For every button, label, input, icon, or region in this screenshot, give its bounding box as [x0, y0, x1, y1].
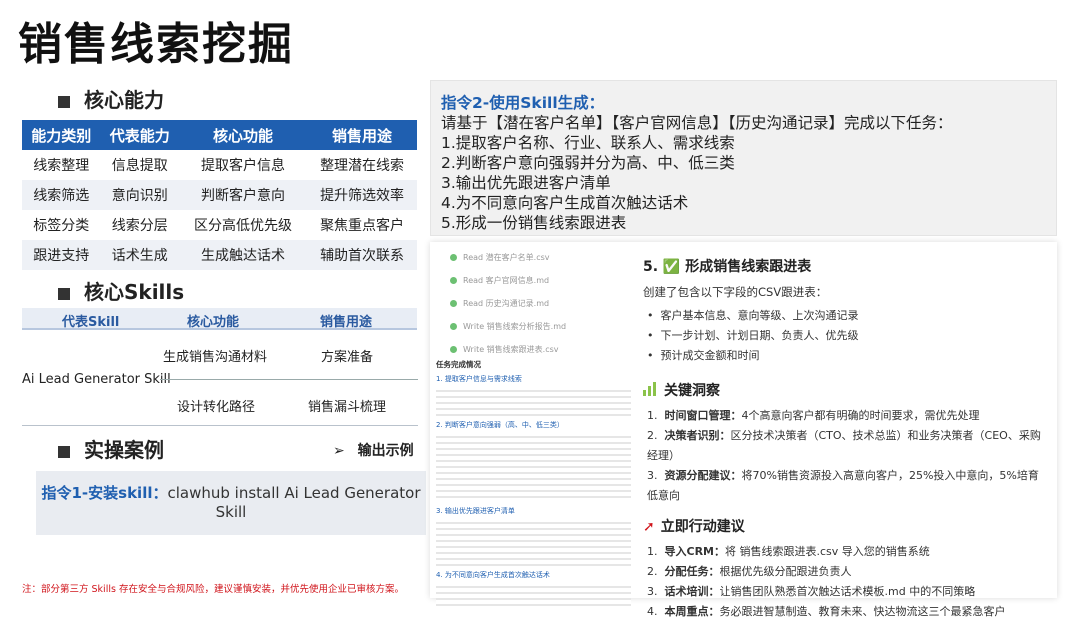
table-cell: 线索整理	[33, 158, 90, 174]
table-cell: 判断客户意向	[178, 180, 308, 210]
table-cell: 跟进支持	[22, 240, 101, 270]
table-row: 跟进支持 话术生成 生成触达话术 辅助首次联系	[22, 240, 417, 270]
task-summary-line: 3. 输出优先跟进客户清单	[436, 507, 515, 515]
section-divider	[22, 425, 418, 426]
task-summary-line: 2. 判断客户意向强弱（高、中、低三类）	[436, 421, 564, 429]
list-item: • 下一步计划、计划日期、负责人、优先级	[647, 329, 859, 342]
list-item: 2. 分配任务：根据优先级分配跟进负责人	[647, 565, 852, 578]
output-example-label: 输出示例	[357, 443, 414, 459]
table-cell: 生成触达话术	[178, 240, 308, 270]
page-title: 销售线索挖掘	[18, 19, 294, 70]
status-dot-icon	[450, 300, 457, 307]
action-log: Read 潜在客户名单.csv Read 客户官网信息.md Read 历史沟通…	[450, 252, 640, 367]
skill-func-2: 设计转化路径	[177, 400, 256, 415]
skill-name: Ai Lead Generator Skill	[22, 372, 171, 387]
skills-table-header: 代表Skill 核心功能 销售用途	[22, 308, 417, 330]
table-row: 线索整理 信息提取 提取客户信息 整理潜在线索	[22, 150, 417, 180]
skills-col-header: 代表Skill	[62, 315, 120, 330]
action-item: Read 历史沟通记录.md	[450, 298, 640, 321]
command-2-label: 指令2-使用Skill生成：	[441, 94, 605, 112]
table-cell: 信息提取	[111, 158, 168, 174]
list-item: 3. 话术培训：让销售团队熟悉首次触达话术模板.md 中的不同策略	[647, 585, 976, 598]
section-5-desc: 创建了包含以下字段的CSV跟进表：	[643, 285, 828, 299]
table-cell: 提升筛选效率	[307, 180, 417, 210]
status-dot-icon	[450, 346, 457, 353]
command-1-box: 指令1-安装skill：clawhub install Ai Lead Gene…	[36, 471, 426, 535]
table-header: 销售用途	[307, 120, 417, 150]
action-item: Write 销售线索分析报告.md	[450, 321, 640, 344]
skill-divider	[160, 379, 418, 380]
table-cell: 意向识别	[100, 180, 179, 210]
table-cell: 线索筛选	[22, 180, 101, 210]
insight-title: 关键洞察	[643, 380, 1048, 400]
table-cell: 整理潜在线索	[320, 158, 405, 174]
core-ability-table: 能力类别 代表能力 核心功能 销售用途 线索整理 信息提取 提取客户信息 整理潜…	[22, 120, 417, 270]
command-2-task: 3.输出优先跟进客户清单	[441, 174, 611, 192]
list-item: • 预计成交金额和时间	[647, 349, 760, 362]
command-2-task: 2.判断客户意向强弱并分为高、中、低三类	[441, 154, 735, 172]
square-bullet-icon	[58, 445, 70, 458]
arrow-icon: ➢	[333, 443, 345, 459]
command-2-task: 1.提取客户名称、行业、联系人、需求线索	[441, 134, 735, 152]
task-summary: 任务完成情况 1. 提取客户信息与需求线索 2. 判断客户意向强弱（高、中、低三…	[436, 360, 631, 608]
list-item: 2. 决策者识别：区分技术决策者（CTO、技术总监）和业务决策者（CEO、采购经…	[647, 429, 1041, 462]
task-summary-heading: 任务完成情况	[436, 360, 481, 369]
core-ability-heading: 核心能力	[58, 84, 164, 113]
command-2-task: 5.形成一份销售线索跟进表	[441, 214, 627, 232]
table-cell: 标签分类	[33, 218, 90, 234]
action-title: ➚ 立即行动建议	[643, 519, 745, 535]
command-1-label: 指令1-安装skill：	[41, 484, 168, 502]
practice-heading-text: 实操案例	[84, 438, 164, 462]
table-header: 代表能力	[100, 120, 179, 150]
table-cell: 线索分层	[111, 218, 168, 234]
core-ability-heading-text: 核心能力	[84, 88, 164, 112]
command-2-intro: 请基于【潜在客户名单】【客户官网信息】【历史沟通记录】完成以下任务：	[441, 114, 953, 132]
table-row: 线索筛选 意向识别 判断客户意向 提升筛选效率	[22, 180, 417, 210]
square-bullet-icon	[58, 95, 70, 108]
blurred-text-block	[436, 582, 631, 608]
command-1-text: clawhub install Ai Lead Generator Skill	[167, 484, 421, 521]
action-item: Read 客户官网信息.md	[450, 275, 640, 298]
status-dot-icon	[450, 277, 457, 284]
section-5-title: 5. ✅ 形成销售线索跟进表	[643, 259, 812, 275]
list-item: 4. 本周重点：务必跟进智慧制造、教育未来、快达物流这三个最紧急客户	[647, 605, 1006, 618]
output-screenshot: Read 潜在客户名单.csv Read 客户官网信息.md Read 历史沟通…	[430, 242, 1057, 618]
blurred-text-block	[436, 386, 631, 416]
skills-col-header: 核心功能	[187, 315, 240, 330]
table-row: 标签分类 线索分层 区分高低优先级 聚焦重点客户	[22, 210, 417, 240]
skills-col-header: 销售用途	[320, 315, 373, 330]
action-item: Read 潜在客户名单.csv	[450, 252, 640, 275]
bar-chart-icon	[643, 382, 658, 400]
skill-use-1: 方案准备	[321, 350, 374, 365]
command-2-panel: 指令2-使用Skill生成： 请基于【潜在客户名单】【客户官网信息】【历史沟通记…	[430, 80, 1057, 236]
task-summary-line: 4. 为不同意向客户生成首次触达话术	[436, 571, 550, 579]
blurred-text-block	[436, 432, 631, 502]
table-cell: 聚焦重点客户	[320, 218, 405, 234]
status-dot-icon	[450, 254, 457, 261]
report-summary: 5. ✅ 形成销售线索跟进表 创建了包含以下字段的CSV跟进表： • 客户基本信…	[643, 256, 1048, 622]
list-item: 1. 时间窗口管理：4个高意向客户都有明确的时间要求，需优先处理	[647, 409, 980, 422]
task-summary-line: 1. 提取客户信息与需求线索	[436, 375, 522, 383]
table-cell: 提取客户信息	[201, 158, 286, 174]
square-bullet-icon	[58, 287, 70, 300]
skill-use-2: 销售漏斗梳理	[308, 400, 387, 415]
table-cell: 区分高低优先级	[194, 218, 293, 234]
list-item: 3. 资源分配建议：将70%销售资源投入高意向客户，25%投入中意向，5%培育低…	[647, 469, 1039, 502]
output-example: ➢ 输出示例	[333, 440, 414, 460]
list-item: 1. 导入CRM：将 销售线索跟进表.csv 导入您的销售系统	[647, 545, 930, 558]
table-cell: 辅助首次联系	[307, 240, 417, 270]
table-cell: 话术生成	[100, 240, 179, 270]
skill-func-1: 生成销售沟通材料	[163, 350, 268, 365]
status-dot-icon	[450, 323, 457, 330]
command-2-task: 4.为不同意向客户生成首次触达话术	[441, 194, 689, 212]
table-header: 能力类别	[22, 120, 101, 150]
list-item: • 客户基本信息、意向等级、上次沟通记录	[647, 309, 859, 322]
practice-heading: 实操案例	[58, 434, 164, 463]
risk-note: 注：部分第三方 Skills 存在安全与合规风险，建议谨慎安装，并优先使用企业已…	[22, 584, 404, 595]
blurred-text-block	[436, 518, 631, 566]
rocket-icon: ➚	[643, 519, 655, 535]
core-skills-heading: 核心Skills	[58, 276, 184, 305]
table-header: 核心功能	[178, 120, 308, 150]
core-skills-heading-text: 核心Skills	[84, 280, 185, 304]
